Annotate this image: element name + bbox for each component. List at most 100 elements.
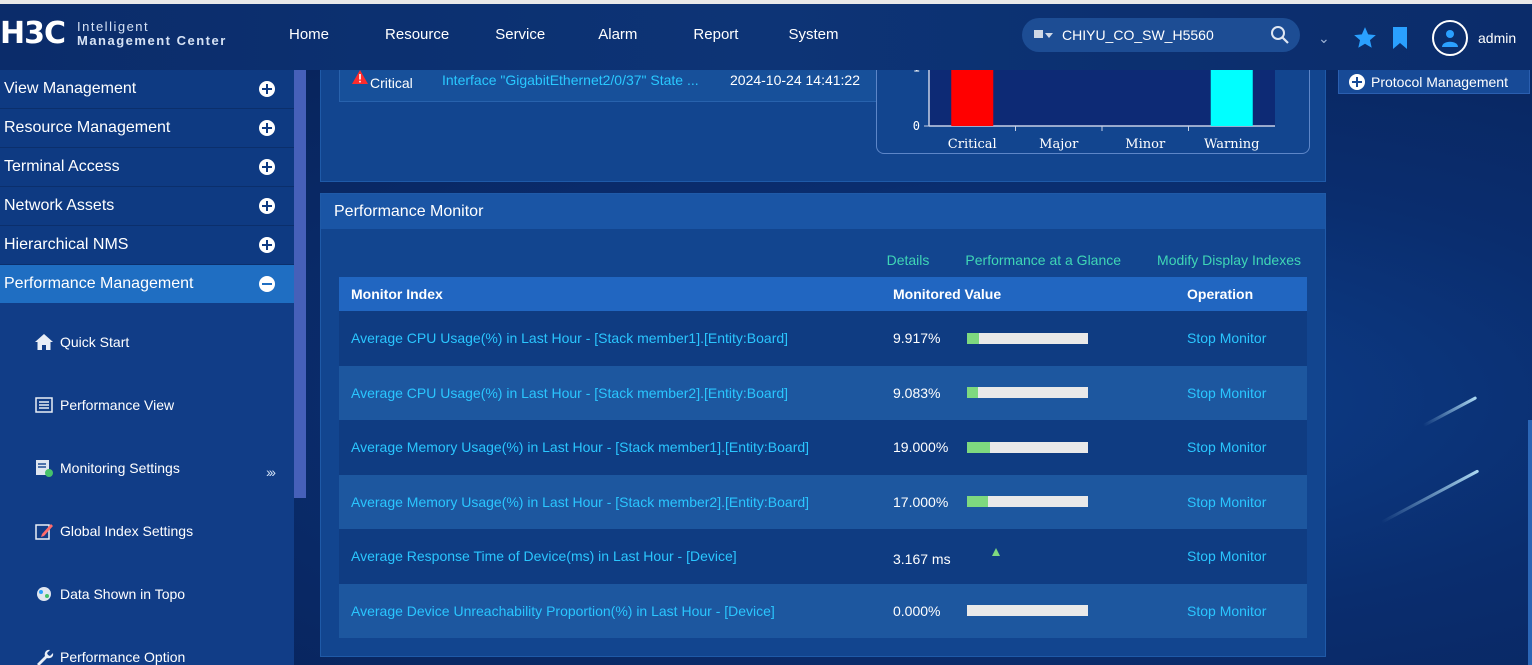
nav-system[interactable]: System bbox=[788, 26, 838, 43]
list-icon bbox=[35, 397, 53, 413]
usage-bar bbox=[967, 332, 1088, 344]
device-type-icon[interactable] bbox=[1034, 28, 1054, 42]
monitored-value: 3.167 ms bbox=[893, 551, 951, 568]
sidebar-item-terminal-access[interactable]: Terminal Access bbox=[0, 148, 294, 187]
submenu-quick-start[interactable]: Quick Start bbox=[34, 332, 129, 352]
submenu-label: Data Shown in Topo bbox=[60, 586, 186, 602]
usage-bar-fill bbox=[967, 441, 990, 453]
alarm-chart-box: 0 1 Critical Major Minor Warning bbox=[876, 61, 1310, 154]
right-scrollbar[interactable] bbox=[1528, 420, 1532, 665]
bookmark-icon[interactable] bbox=[1390, 26, 1410, 50]
expand-arrows-icon[interactable]: ››› bbox=[266, 464, 276, 480]
wrench-icon bbox=[37, 649, 54, 665]
stop-monitor-link[interactable]: Stop Monitor bbox=[1187, 439, 1266, 455]
value-wrap: 0.000% bbox=[893, 603, 1187, 619]
usage-bar bbox=[967, 496, 1088, 508]
user-name[interactable]: admin bbox=[1478, 30, 1516, 46]
monitor-index-link[interactable]: Average Device Unreachability Proportion… bbox=[351, 603, 775, 619]
main-nav: Home Resource Service Alarm Report Syste… bbox=[289, 26, 894, 43]
sidebar-item-label: View Management bbox=[4, 80, 137, 97]
usage-bar bbox=[967, 605, 1088, 617]
protocol-management-label: Protocol Management bbox=[1371, 73, 1508, 90]
submenu-data-shown-in-topo[interactable]: Data Shown in Topo bbox=[34, 584, 185, 604]
cell-operation: Stop Monitor bbox=[1187, 420, 1307, 475]
monitor-index-link[interactable]: Average Memory Usage(%) in Last Hour - [… bbox=[351, 494, 809, 510]
sidebar-item-hierarchical-nms[interactable]: Hierarchical NMS bbox=[0, 226, 294, 265]
logo-text: Intelligent Management Center bbox=[77, 18, 227, 48]
cell-monitor-index: Average CPU Usage(%) in Last Hour - [Sta… bbox=[339, 311, 885, 366]
sidebar-item-label: Resource Management bbox=[4, 119, 171, 136]
submenu-label: Global Index Settings bbox=[60, 523, 194, 539]
nav-resource[interactable]: Resource bbox=[385, 26, 449, 43]
sidebar: View Management Resource Management Term… bbox=[0, 70, 294, 665]
submenu-global-index-settings[interactable]: Global Index Settings bbox=[34, 521, 193, 541]
stop-monitor-link[interactable]: Stop Monitor bbox=[1187, 330, 1266, 346]
usage-bar-fill bbox=[967, 496, 988, 508]
protocol-management-item[interactable]: Protocol Management bbox=[1338, 70, 1530, 94]
minus-icon[interactable] bbox=[259, 276, 275, 292]
cell-monitored-value: 9.917% bbox=[885, 311, 1187, 366]
plus-icon[interactable] bbox=[259, 159, 275, 175]
plus-icon[interactable] bbox=[1349, 73, 1365, 90]
alarm-severity-chart: 0 1 Critical Major Minor Warning bbox=[913, 61, 1275, 152]
chart-x-label-minor: Minor bbox=[1125, 137, 1166, 152]
nav-service[interactable]: Service bbox=[495, 26, 545, 43]
alarm-panel: Critical Interface "GigabitEthernet2/0/3… bbox=[320, 61, 1326, 182]
plus-icon[interactable] bbox=[259, 81, 275, 97]
stop-monitor-link[interactable]: Stop Monitor bbox=[1187, 603, 1266, 619]
plus-icon[interactable] bbox=[259, 237, 275, 253]
nav-report[interactable]: Report bbox=[693, 26, 738, 43]
monitor-index-link[interactable]: Average Memory Usage(%) in Last Hour - [… bbox=[351, 439, 809, 455]
performance-monitor-panel: Performance Monitor Details Performance … bbox=[320, 193, 1326, 657]
plus-icon[interactable] bbox=[259, 198, 275, 214]
cell-monitored-value: 17.000% bbox=[885, 474, 1187, 529]
cell-operation: Stop Monitor bbox=[1187, 529, 1307, 584]
stop-monitor-link[interactable]: Stop Monitor bbox=[1187, 385, 1266, 401]
table-header: Monitor Index Monitored Value Operation bbox=[339, 277, 1307, 311]
top-icons: ⌄ admin bbox=[1318, 20, 1516, 56]
stop-monitor-link[interactable]: Stop Monitor bbox=[1187, 494, 1266, 510]
plus-icon[interactable] bbox=[259, 120, 275, 136]
monitor-index-link[interactable]: Average CPU Usage(%) in Last Hour - [Sta… bbox=[351, 385, 788, 401]
nav-home[interactable]: Home bbox=[289, 26, 329, 43]
search-box bbox=[1022, 18, 1300, 52]
sidebar-item-performance-management[interactable]: Performance Management bbox=[0, 265, 294, 304]
panel-title: Performance Monitor bbox=[321, 194, 1325, 229]
sidebar-item-resource-management[interactable]: Resource Management bbox=[0, 109, 294, 148]
modify-display-indexes-link[interactable]: Modify Display Indexes bbox=[1157, 252, 1301, 268]
performance-at-a-glance-link[interactable]: Performance at a Glance bbox=[965, 252, 1121, 268]
sidebar-scrollbar[interactable] bbox=[294, 70, 306, 498]
alarm-description-link[interactable]: Interface "GigabitEthernet2/0/37" State … bbox=[442, 72, 699, 88]
cell-operation: Stop Monitor bbox=[1187, 583, 1307, 638]
header-operation: Operation bbox=[1187, 277, 1307, 311]
settings-icon bbox=[36, 460, 53, 477]
user-icon bbox=[1442, 30, 1458, 47]
decoration-streak bbox=[1380, 469, 1480, 524]
details-link[interactable]: Details bbox=[887, 252, 930, 268]
chart-y-tick-label: 1 bbox=[913, 70, 920, 75]
stop-monitor-link[interactable]: Stop Monitor bbox=[1187, 548, 1266, 564]
chevron-down-icon[interactable]: ⌄ bbox=[1318, 30, 1338, 47]
monitor-index-link[interactable]: Average CPU Usage(%) in Last Hour - [Sta… bbox=[351, 330, 788, 346]
alarm-row[interactable]: Critical Interface "GigabitEthernet2/0/3… bbox=[339, 70, 884, 102]
nav-alarm[interactable]: Alarm bbox=[598, 26, 637, 43]
search-input[interactable] bbox=[1062, 27, 1262, 43]
logo[interactable]: H3C Intelligent Management Center bbox=[0, 16, 227, 51]
sidebar-item-network-assets[interactable]: Network Assets bbox=[0, 187, 294, 226]
logo-line1: Intelligent bbox=[77, 18, 150, 34]
value-wrap: 3.167 ms bbox=[893, 545, 1187, 567]
search-icon[interactable] bbox=[1270, 25, 1290, 45]
chart-bar-critical bbox=[951, 67, 994, 126]
avatar[interactable] bbox=[1432, 20, 1468, 56]
triangle-icon bbox=[992, 548, 1000, 557]
submenu-performance-option[interactable]: Performance Option bbox=[34, 647, 185, 665]
monitor-index-link[interactable]: Average Response Time of Device(ms) in L… bbox=[351, 548, 737, 564]
monitored-value: 0.000% bbox=[893, 602, 941, 619]
perf-links: Details Performance at a Glance Modify D… bbox=[851, 252, 1301, 268]
star-icon[interactable] bbox=[1352, 25, 1378, 51]
header-monitor-index: Monitor Index bbox=[339, 277, 885, 311]
submenu-monitoring-settings[interactable]: Monitoring Settings bbox=[34, 458, 180, 478]
submenu-performance-view[interactable]: Performance View bbox=[34, 395, 174, 415]
table-row: Average CPU Usage(%) in Last Hour - [Sta… bbox=[339, 365, 1307, 420]
sidebar-item-view-management[interactable]: View Management bbox=[0, 70, 294, 109]
